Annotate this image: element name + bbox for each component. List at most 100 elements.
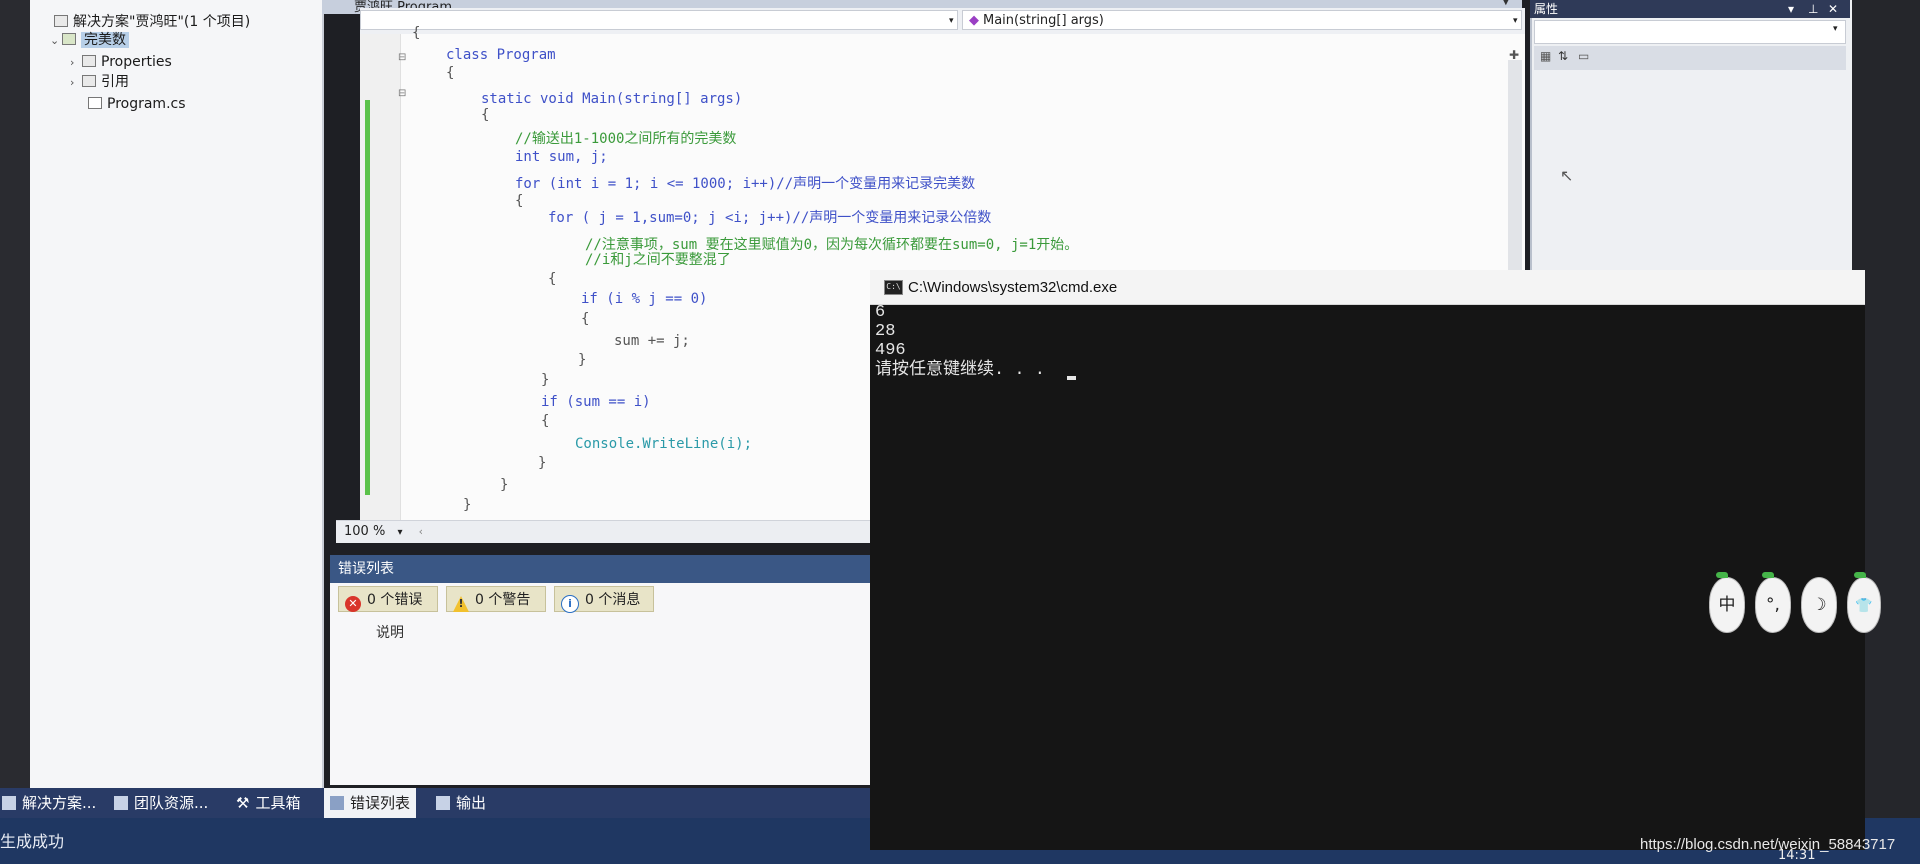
tree-item-references[interactable]: › 引用 — [70, 72, 129, 92]
solution-node[interactable]: 解决方案"贾鸿旺"(1 个项目) — [54, 12, 250, 32]
chevron-down-icon[interactable]: ▾ — [1788, 0, 1794, 18]
messages-count-label: 0 个消息 — [585, 592, 641, 608]
method-icon: ◆ — [969, 13, 979, 28]
tab-output[interactable]: 输出 — [436, 788, 486, 818]
code-line: } — [538, 455, 547, 471]
member-dropdown[interactable]: ◆ Main(string[] args) ▾ — [962, 10, 1522, 30]
sort-alpha-icon[interactable]: ⇅ — [1558, 49, 1568, 63]
ime-punct-label: °, — [1766, 595, 1780, 615]
chevron-down-icon[interactable]: ▾ — [397, 527, 402, 538]
error-icon: ✕ — [345, 596, 361, 612]
code-line: int sum, j; — [515, 149, 608, 165]
property-pages-icon[interactable]: ▭ — [1578, 49, 1589, 63]
code-line: { — [541, 413, 550, 429]
team-explorer-icon — [114, 796, 128, 810]
outline-collapse-icon[interactable]: ⊟ — [398, 52, 406, 63]
editor-zoom-bar: 100 % ▾ ‹ — [336, 520, 871, 543]
ime-mode-button[interactable]: 中 — [1709, 572, 1745, 633]
tree-item-label: Program.cs — [107, 96, 186, 112]
close-icon[interactable]: ✕ — [1828, 0, 1838, 18]
cmd-title: C:\Windows\system32\cmd.exe — [908, 279, 1118, 296]
code-line: static void Main(string[] args) — [481, 91, 743, 107]
leaf-icon — [1716, 572, 1728, 578]
categorized-icon[interactable]: ▦ — [1540, 49, 1551, 63]
ime-skin-button[interactable]: 👕 — [1847, 572, 1881, 633]
tab-label: 解决方案... — [22, 794, 97, 812]
solution-explorer-icon — [2, 796, 16, 810]
info-icon: i — [561, 595, 579, 613]
code-line: Console.WriteLine(i); — [575, 436, 753, 452]
leaf-icon — [1854, 572, 1866, 578]
output-icon — [436, 796, 450, 810]
warnings-filter-button[interactable]: ! 0 个警告 — [446, 586, 546, 612]
chevron-down-icon: ▾ — [1833, 24, 1838, 34]
error-list-icon — [330, 796, 344, 810]
solution-explorer-panel: 解决方案"贾鸿旺"(1 个项目) ⌄ 完美数 › Properties › 引用 Pr… — [30, 0, 324, 790]
cmd-window[interactable] — [870, 270, 1865, 850]
code-line: //i和j之间不要整混了 — [585, 252, 731, 268]
zoom-level[interactable]: 100 % — [344, 524, 385, 539]
solution-label: 解决方案"贾鸿旺"(1 个项目) — [73, 14, 251, 30]
errors-count-label: 0 个错误 — [367, 592, 423, 608]
code-line: if (sum == i) — [541, 394, 651, 410]
properties-folder-icon — [82, 55, 96, 67]
project-node[interactable]: ⌄ 完美数 — [50, 30, 129, 50]
scroll-left-icon[interactable]: ‹ — [419, 525, 423, 538]
project-label: 完美数 — [81, 32, 129, 48]
tab-solution-explorer[interactable]: 解决方案... — [2, 788, 96, 818]
tree-item-properties[interactable]: › Properties — [70, 52, 172, 72]
tab-team-explorer[interactable]: 团队资源... — [114, 788, 208, 818]
tab-dropdown-icon[interactable]: ▼ — [1502, 0, 1510, 7]
mouse-cursor-icon: ↖ — [1560, 166, 1574, 185]
properties-title-bar: 属性 ▾ ⊥ ✕ — [1530, 0, 1850, 18]
references-icon — [82, 75, 96, 87]
change-tracking-bar — [365, 100, 370, 495]
split-icon[interactable]: ✚ — [1509, 48, 1519, 62]
tab-label: 团队资源... — [134, 794, 209, 812]
ime-width-button[interactable]: ☽ — [1801, 577, 1837, 633]
ime-mode-label: 中 — [1718, 595, 1736, 615]
cmd-app-icon: C:\ — [884, 280, 903, 295]
object-selector[interactable]: ▾ — [1534, 20, 1846, 44]
warnings-count-label: 0 个警告 — [475, 592, 531, 608]
code-line: sum += j; — [614, 333, 690, 349]
tab-error-list[interactable]: 错误列表 — [324, 788, 417, 818]
code-line: } — [463, 497, 472, 513]
code-line: } — [541, 372, 550, 388]
tab-toolbox[interactable]: ⚒ 工具箱 — [236, 788, 300, 818]
cmd-output-line: 28 — [875, 322, 896, 341]
tree-item-program-cs[interactable]: Program.cs — [88, 94, 186, 114]
cmd-cursor — [1067, 376, 1076, 380]
error-list-title-bar: 错误列表 — [330, 555, 870, 583]
leaf-icon — [1762, 572, 1774, 578]
expand-caret-icon[interactable]: › — [70, 73, 82, 93]
ime-punctuation-button[interactable]: °, — [1755, 572, 1791, 633]
editor-navigation-bar: ▾ ◆ Main(string[] args) ▾ — [360, 8, 1525, 35]
taskbar-clock: 14:31 — [1778, 848, 1816, 863]
tree-item-label: Properties — [101, 54, 172, 70]
code-line: if (i % j == 0) — [581, 291, 708, 307]
code-line: { — [481, 107, 490, 123]
cmd-output-line: 496 — [875, 341, 906, 360]
code-line: { — [581, 311, 590, 327]
bottom-tab-strip: 解决方案... 团队资源... ⚒ 工具箱 错误列表 输出 — [0, 788, 870, 818]
properties-toolbar: ▦ ⇅ ▭ — [1534, 46, 1846, 70]
solution-icon — [54, 15, 68, 27]
pin-icon[interactable]: ⊥ — [1808, 0, 1818, 18]
cmd-output-line: 6 — [875, 303, 886, 322]
column-header-description[interactable]: 说明 — [376, 622, 404, 642]
code-line: { — [412, 25, 421, 41]
errors-filter-button[interactable]: ✕ 0 个错误 — [338, 586, 438, 612]
tab-label: 错误列表 — [350, 794, 411, 812]
expand-caret-icon[interactable]: › — [70, 53, 82, 73]
tab-label: 输出 — [456, 794, 487, 812]
type-dropdown[interactable]: ▾ — [360, 10, 958, 30]
outline-collapse-icon[interactable]: ⊟ — [398, 88, 406, 99]
collapse-caret-icon[interactable]: ⌄ — [50, 31, 62, 51]
member-dropdown-label: Main(string[] args) — [983, 13, 1104, 28]
messages-filter-button[interactable]: i 0 个消息 — [554, 586, 654, 613]
chevron-down-icon: ▾ — [949, 16, 954, 26]
project-icon — [62, 33, 76, 45]
tab-label: 工具箱 — [255, 794, 301, 812]
code-line: { — [548, 271, 557, 287]
